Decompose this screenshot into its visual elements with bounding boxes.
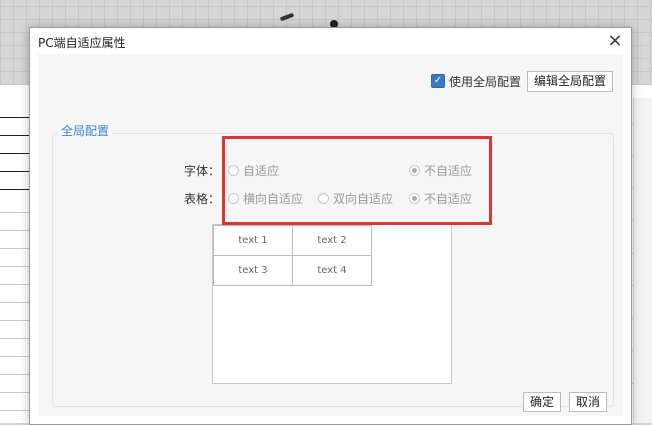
font-label: 字体： — [184, 164, 221, 178]
dialog-body: ✓ 使用全局配置 编辑全局配置 全局配置 字体： 自适应 不自适应 表格： 横向… — [38, 54, 623, 416]
table-row: text 3 text 4 — [213, 255, 372, 286]
edit-global-config-button[interactable]: 编辑全局配置 — [526, 70, 613, 92]
adaptive-properties-dialog: PC端自适应属性 × ✓ 使用全局配置 编辑全局配置 全局配置 字体： 自适应 … — [29, 27, 632, 425]
preview-table: text 1 text 2 text 3 text 4 — [213, 225, 372, 286]
table-label: 表格： — [184, 192, 221, 206]
table-row: text 1 text 2 — [213, 225, 372, 256]
cancel-button[interactable]: 取消 — [568, 392, 607, 412]
dialog-titlebar[interactable]: PC端自适应属性 × — [30, 28, 631, 54]
use-global-config-label: 使用全局配置 — [448, 74, 521, 89]
dialog-footer: 确定 取消 — [522, 392, 607, 412]
close-icon[interactable]: × — [605, 31, 625, 51]
ok-button[interactable]: 确定 — [522, 392, 561, 412]
global-config-row: ✓ 使用全局配置 编辑全局配置 — [430, 70, 613, 92]
use-global-config-checkbox[interactable]: ✓ 使用全局配置 — [430, 73, 521, 90]
table-cell: text 4 — [292, 255, 372, 286]
background-scrollbar[interactable] — [633, 98, 652, 423]
global-config-group-title: 全局配置 — [58, 122, 113, 139]
table-cell: text 2 — [292, 225, 372, 256]
highlight-annotation-box — [222, 136, 492, 225]
table-cell: text 1 — [213, 225, 293, 256]
dialog-title: PC端自适应属性 — [38, 36, 126, 50]
table-cell: text 3 — [213, 255, 293, 286]
checkmark-icon[interactable]: ✓ — [430, 74, 445, 88]
preview-area: text 1 text 2 text 3 text 4 — [212, 224, 452, 384]
